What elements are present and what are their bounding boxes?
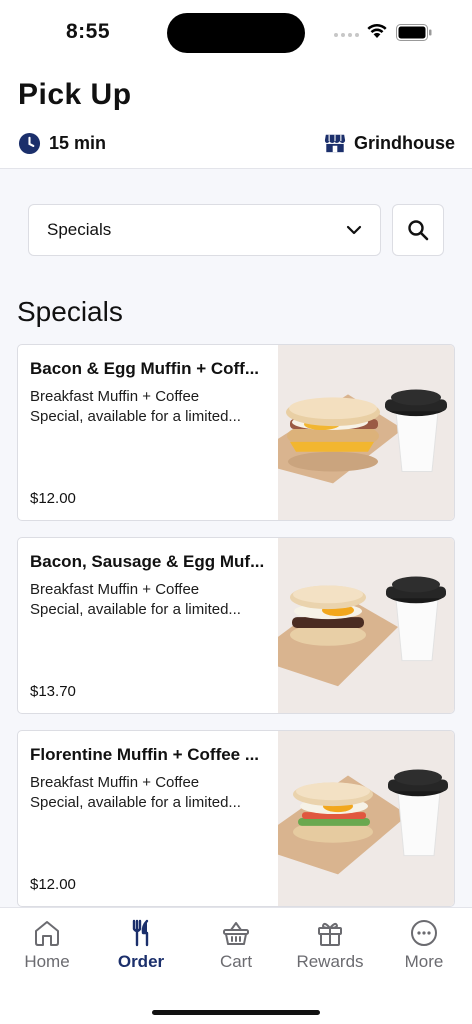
category-dropdown-value: Specials	[47, 220, 112, 239]
search-button[interactable]	[392, 204, 444, 256]
product-name: Bacon & Egg Muffin + Coff...	[30, 359, 260, 378]
product-price: $13.70	[30, 683, 76, 700]
product-price: $12.00	[30, 876, 76, 893]
section-title: Specials	[17, 296, 123, 327]
product-image	[278, 731, 454, 906]
product-description-line-2: Special, available for a limited...	[30, 408, 241, 425]
page-title: Pick Up	[18, 78, 132, 111]
basket-icon	[223, 922, 249, 945]
tab-order[interactable]: Order	[94, 918, 188, 972]
product-name: Florentine Muffin + Coffee ...	[30, 745, 260, 764]
product-description-line-1: Breakfast Muffin + Coffee	[30, 581, 200, 598]
tab-cart[interactable]: Cart	[189, 918, 283, 972]
product-description-line-1: Breakfast Muffin + Coffee	[30, 388, 200, 405]
category-dropdown[interactable]: Specials	[28, 204, 381, 256]
product-description: Breakfast Muffin + Coffee Special, avail…	[30, 387, 272, 427]
tab-more-label: More	[404, 952, 444, 971]
store-selector[interactable]: Grindhouse	[324, 132, 455, 154]
clock-icon	[18, 132, 41, 155]
tab-more[interactable]: More	[377, 918, 471, 972]
tab-rewards[interactable]: Rewards	[283, 918, 377, 972]
prep-time: 15 min	[18, 132, 106, 155]
tab-order-label: Order	[117, 952, 165, 971]
dynamic-island	[167, 13, 305, 53]
tab-rewards-label: Rewards	[296, 952, 364, 971]
product-description-line-1: Breakfast Muffin + Coffee	[30, 774, 200, 791]
battery-icon	[396, 24, 432, 41]
product-card[interactable]: Bacon & Egg Muffin + Coff... Breakfast M…	[17, 344, 455, 521]
product-image	[278, 345, 454, 520]
prep-time-label: 15 min	[49, 133, 107, 153]
product-description-line-2: Special, available for a limited...	[30, 794, 241, 811]
chevron-down-icon	[346, 225, 362, 235]
search-icon	[408, 220, 429, 241]
wifi-icon	[367, 23, 387, 38]
product-name: Bacon, Sausage & Egg Muf...	[30, 552, 265, 571]
order-header: Pick Up 15 min Grindhouse	[0, 64, 472, 169]
tab-cart-label: Cart	[219, 952, 253, 971]
product-list: Bacon & Egg Muffin + Coff... Breakfast M…	[17, 344, 455, 923]
store-name: Grindhouse	[353, 132, 455, 153]
status-time: 8:55	[66, 20, 111, 43]
tab-home-label: Home	[24, 952, 70, 971]
storefront-icon	[324, 134, 346, 153]
status-bar: 8:55	[0, 0, 472, 64]
tab-home[interactable]: Home	[0, 918, 94, 972]
fork-knife-icon	[132, 919, 149, 947]
product-card[interactable]: Florentine Muffin + Coffee ... Breakfast…	[17, 730, 455, 907]
tab-bar: Home Order Cart Rewards More	[0, 907, 472, 1024]
product-card[interactable]: Bacon, Sausage & Egg Muf... Breakfast Mu…	[17, 537, 455, 714]
product-image	[278, 538, 454, 713]
product-description-line-2: Special, available for a limited...	[30, 601, 241, 618]
home-indicator	[152, 1010, 320, 1015]
cellular-signal-icon	[334, 33, 359, 37]
product-description: Breakfast Muffin + Coffee Special, avail…	[30, 773, 272, 813]
product-description: Breakfast Muffin + Coffee Special, avail…	[30, 580, 272, 620]
more-dots-icon	[411, 920, 437, 946]
home-icon	[35, 921, 59, 946]
gift-icon	[318, 922, 342, 946]
product-price: $12.00	[30, 490, 76, 507]
